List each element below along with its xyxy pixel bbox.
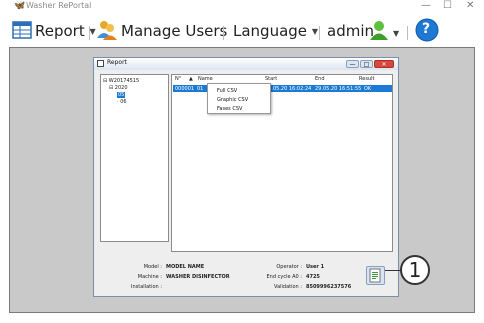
users-icon <box>96 19 118 45</box>
report-title-bar: Report — □ ✕ <box>94 58 398 70</box>
menu-item-graphic-csv[interactable]: Graphic CSV <box>217 97 248 103</box>
tree-year[interactable]: ⊟ 2020 <box>109 85 128 91</box>
column-header-end[interactable]: End <box>315 76 325 82</box>
menu-bar: Report ▼ Manage Users Language ▼ admin ▼… <box>0 14 484 47</box>
menu-separator <box>223 26 224 40</box>
report-window: Report — □ ✕ ⊟ W20174515 ⊟ 2020 05 · 06 … <box>93 57 399 297</box>
tree-month-other-label: 06 <box>120 99 127 105</box>
help-icon: ? <box>422 21 431 37</box>
column-header-result[interactable]: Result <box>359 76 374 82</box>
tree-year-label: 2020 <box>114 85 128 91</box>
export-context-menu: Full CSV Graphic CSV Fases CSV <box>207 83 271 114</box>
menu-item-fases-csv[interactable]: Fases CSV <box>217 106 242 112</box>
cycle-table: N° ▲ Name Start End Result 000001 01 29.… <box>171 74 393 252</box>
report-menu[interactable]: Report ▼ <box>35 22 96 40</box>
report-icon <box>12 20 32 44</box>
report-close-button[interactable]: ✕ <box>374 60 394 68</box>
language-menu-label: Language <box>233 22 308 40</box>
chevron-down-icon: ▼ <box>89 27 96 36</box>
app-title-bar: 🦋 Washer RePortal — ☐ ✕ <box>0 0 484 14</box>
report-tree: ⊟ W20174515 ⊟ 2020 05 · 06 <box>100 74 169 242</box>
menu-separator <box>319 26 320 40</box>
validation-value: 8509996237576 <box>306 284 352 290</box>
close-button[interactable]: ✕ <box>466 0 474 11</box>
model-label: Model : <box>143 264 162 270</box>
export-button[interactable] <box>366 266 385 285</box>
callout-line <box>385 270 401 271</box>
cell-end: 29.05.20 16:51:55 <box>315 86 362 92</box>
end-cycle-value: 4725 <box>306 274 320 280</box>
cell-name: 01 <box>197 86 204 92</box>
user-avatar-icon[interactable] <box>370 20 388 44</box>
minimize-button[interactable]: — <box>421 0 431 11</box>
callout-marker: 1 <box>400 255 430 285</box>
report-window-icon <box>97 60 104 67</box>
chevron-down-icon[interactable]: ▼ <box>393 24 399 42</box>
user-menu-label[interactable]: admin <box>327 22 374 40</box>
report-window-title: Report <box>107 59 127 66</box>
menu-separator <box>407 26 408 40</box>
tree-month-selected[interactable]: 05 <box>117 92 126 98</box>
cell-number: 000001 <box>175 86 195 92</box>
help-button[interactable]: ? <box>415 18 439 46</box>
report-maximize-button[interactable]: □ <box>360 60 373 68</box>
maximize-button[interactable]: ☐ <box>443 0 452 11</box>
operator-label: Operator : <box>276 264 302 270</box>
column-header-name[interactable]: Name <box>198 76 213 82</box>
menu-separator <box>89 26 90 40</box>
end-cycle-label: End cycle A0 : <box>266 274 302 280</box>
validation-label: Validation : <box>274 284 302 290</box>
language-menu[interactable]: Language ▼ <box>233 22 318 40</box>
washer-app-icon: 🦋 <box>14 1 26 11</box>
tree-root[interactable]: ⊟ W20174515 <box>103 78 139 84</box>
operator-value: User 1 <box>306 264 325 270</box>
report-menu-label: Report <box>35 22 85 40</box>
tree-root-label: W20174515 <box>108 78 140 84</box>
chevron-down-icon: ▼ <box>311 27 318 36</box>
machine-label: Machine : <box>137 274 162 280</box>
app-title: Washer RePortal <box>26 1 92 10</box>
installation-label: Installation : <box>131 284 162 290</box>
model-value: MODEL NAME <box>166 264 205 270</box>
column-header-number[interactable]: N° <box>175 76 181 82</box>
tree-month-selected-label: 05 <box>117 92 126 98</box>
sort-ascending-icon: ▲ <box>189 76 193 82</box>
export-icon <box>369 268 381 283</box>
report-minimize-button[interactable]: — <box>346 60 359 68</box>
column-header-start[interactable]: Start <box>265 76 277 82</box>
menu-item-full-csv[interactable]: Full CSV <box>217 88 237 94</box>
table-row[interactable]: 000001 01 29.05.20 16:02:24 29.05.20 16:… <box>173 85 392 92</box>
cell-start: 29.05.20 16:02:24 <box>265 86 312 92</box>
tree-month-other[interactable]: · 06 <box>117 99 127 105</box>
cell-result: OK <box>364 86 372 92</box>
machine-value: WASHER DISINFECTOR <box>166 274 230 280</box>
manage-users-menu[interactable]: Manage Users <box>121 22 227 40</box>
